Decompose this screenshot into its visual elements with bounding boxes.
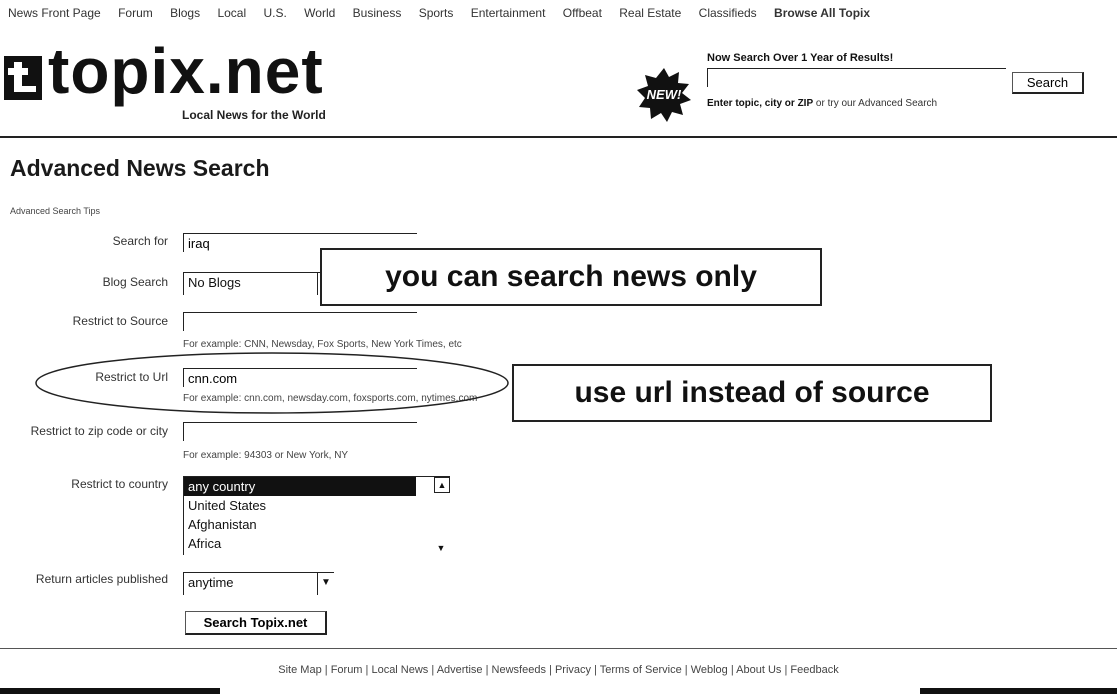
header-search-hint: Enter topic, city or ZIP or try our Adva… bbox=[707, 98, 938, 109]
search-for-label: Search for bbox=[112, 234, 168, 248]
topix-logo-icon bbox=[4, 56, 42, 100]
nav-item-front-page[interactable]: News Front Page bbox=[8, 6, 101, 20]
footer-link-weblog[interactable]: Weblog bbox=[691, 664, 728, 676]
new-badge: NEW! bbox=[637, 68, 691, 122]
nav-item-entertainment[interactable]: Entertainment bbox=[471, 6, 546, 20]
nav-item-sports[interactable]: Sports bbox=[419, 6, 454, 20]
country-option[interactable]: Africa bbox=[184, 534, 450, 553]
search-submit-button[interactable]: Search Topix.net bbox=[185, 611, 327, 635]
nav-item-world[interactable]: World bbox=[304, 6, 335, 20]
footer-link-terms[interactable]: Terms of Service bbox=[600, 664, 682, 676]
published-value: anytime bbox=[188, 575, 234, 590]
country-listbox[interactable]: any country United States Afghanistan Af… bbox=[183, 476, 450, 555]
nav-item-real-estate[interactable]: Real Estate bbox=[619, 6, 681, 20]
nav-item-us[interactable]: U.S. bbox=[263, 6, 286, 20]
header-search-button[interactable]: Search bbox=[1012, 72, 1084, 94]
scrollbar[interactable]: ▲ ▼ bbox=[434, 477, 450, 555]
chevron-down-icon: ▼ bbox=[317, 573, 334, 595]
blog-search-select[interactable]: No Blogs ▼ bbox=[183, 272, 334, 295]
footer-link-feedback[interactable]: Feedback bbox=[790, 664, 838, 676]
nav-item-local[interactable]: Local bbox=[217, 6, 246, 20]
zip-label: Restrict to zip code or city bbox=[30, 424, 168, 438]
highlight-oval bbox=[35, 352, 509, 414]
zip-input[interactable] bbox=[183, 422, 417, 441]
nav-item-offbeat[interactable]: Offbeat bbox=[563, 6, 602, 20]
country-label: Restrict to country bbox=[71, 477, 168, 491]
country-option[interactable]: any country bbox=[184, 477, 416, 496]
annotation-news-only: you can search news only bbox=[320, 248, 822, 306]
nav-item-blogs[interactable]: Blogs bbox=[170, 6, 200, 20]
published-label: Return articles published bbox=[35, 572, 168, 586]
advanced-search-link[interactable]: or try our Advanced Search bbox=[816, 98, 937, 109]
source-label: Restrict to Source bbox=[72, 314, 168, 328]
source-help: For example: CNN, Newsday, Fox Sports, N… bbox=[183, 339, 462, 350]
nav-item-classifieds[interactable]: Classifieds bbox=[699, 6, 757, 20]
site-logo[interactable]: topix.net Local News for the World bbox=[4, 35, 404, 132]
blog-search-value: No Blogs bbox=[188, 275, 241, 290]
source-input[interactable] bbox=[183, 312, 417, 331]
footer-link-privacy[interactable]: Privacy bbox=[555, 664, 591, 676]
footer-link-advertise[interactable]: Advertise bbox=[437, 664, 483, 676]
country-option[interactable]: United States bbox=[184, 496, 450, 515]
header-search-title: Now Search Over 1 Year of Results! bbox=[707, 52, 894, 64]
scroll-down-icon[interactable]: ▼ bbox=[434, 541, 448, 555]
logo-wordmark: topix.net bbox=[48, 35, 324, 107]
header-search-input[interactable] bbox=[707, 68, 1006, 87]
country-option[interactable]: Afghanistan bbox=[184, 515, 450, 534]
footer-links: Site Map | Forum | Local News | Advertis… bbox=[278, 664, 839, 676]
footer-link-newsfeeds[interactable]: Newsfeeds bbox=[492, 664, 546, 676]
logo-tagline: Local News for the World bbox=[182, 108, 326, 122]
footer-link-about-us[interactable]: About Us bbox=[736, 664, 781, 676]
nav-item-business[interactable]: Business bbox=[353, 6, 402, 20]
page-title: Advanced News Search bbox=[10, 155, 270, 181]
footer-link-site-map[interactable]: Site Map bbox=[278, 664, 321, 676]
footer-link-forum[interactable]: Forum bbox=[331, 664, 363, 676]
zip-help: For example: 94303 or New York, NY bbox=[183, 450, 349, 461]
advanced-search-tips-link[interactable]: Advanced Search Tips bbox=[10, 206, 100, 216]
scroll-up-icon[interactable]: ▲ bbox=[434, 477, 450, 493]
footer-bar bbox=[0, 688, 1117, 694]
nav-item-browse-all[interactable]: Browse All Topix bbox=[774, 6, 870, 20]
nav-item-forum[interactable]: Forum bbox=[118, 6, 153, 20]
published-select[interactable]: anytime ▼ bbox=[183, 572, 334, 595]
footer-link-local-news[interactable]: Local News bbox=[371, 664, 428, 676]
top-nav: News Front Page Forum Blogs Local U.S. W… bbox=[8, 6, 1108, 26]
header-divider bbox=[0, 136, 1117, 138]
annotation-use-url: use url instead of source bbox=[512, 364, 992, 422]
footer-divider bbox=[0, 648, 1117, 649]
blog-search-label: Blog Search bbox=[102, 275, 168, 289]
